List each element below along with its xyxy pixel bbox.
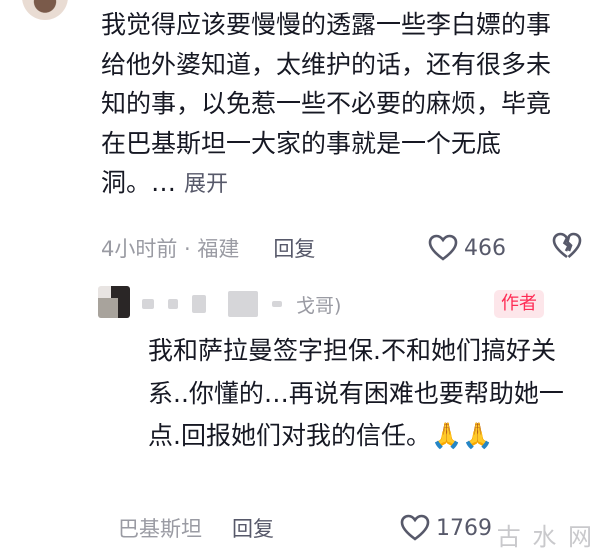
- blurred-name-part: [228, 291, 258, 317]
- replier-name-fragment: 戈哥): [296, 294, 342, 317]
- dislike-button[interactable]: [552, 232, 582, 265]
- comment-body: 我觉得应该要慢慢的透露一些李白嫖的事给他外婆知道，太维护的话，还有很多未知的事，…: [101, 5, 571, 205]
- blurred-name-part: [192, 295, 206, 313]
- reply-text: 我和萨拉曼签字担保.不和她们搞好关系..你懂的…再说有困难也要帮助她一点.回报她…: [148, 336, 564, 450]
- blurred-name-part: [142, 299, 154, 309]
- replier-avatar[interactable]: [98, 286, 130, 318]
- author-badge: 作者: [494, 290, 544, 318]
- broken-heart-icon: [552, 232, 582, 258]
- comment-text: 我觉得应该要慢慢的透露一些李白嫖的事给他外婆知道，太维护的话，还有很多未知的事，…: [101, 10, 552, 197]
- comment-time-location: 4小时前 · 福建: [101, 237, 240, 261]
- like-count: 466: [464, 235, 506, 261]
- replier-name[interactable]: 戈哥): [142, 288, 341, 320]
- commenter-avatar[interactable]: [22, 0, 68, 20]
- blurred-name-part: [272, 301, 282, 307]
- blurred-name-part: [168, 299, 178, 309]
- heart-icon: [400, 514, 430, 541]
- comment-meta: 4小时前 · 福建 回复 466: [101, 226, 582, 270]
- reply-button[interactable]: 回复: [273, 233, 315, 263]
- reply-like-button[interactable]: 1769: [400, 514, 492, 542]
- reply-location: 巴基斯坦: [118, 517, 202, 541]
- heart-icon: [428, 234, 458, 261]
- watermark: 古 水 网: [496, 523, 594, 551]
- expand-link[interactable]: 展开: [184, 172, 228, 197]
- reply-reply-button[interactable]: 回复: [232, 513, 274, 543]
- reply-like-count: 1769: [436, 515, 492, 541]
- like-button[interactable]: 466: [428, 234, 506, 262]
